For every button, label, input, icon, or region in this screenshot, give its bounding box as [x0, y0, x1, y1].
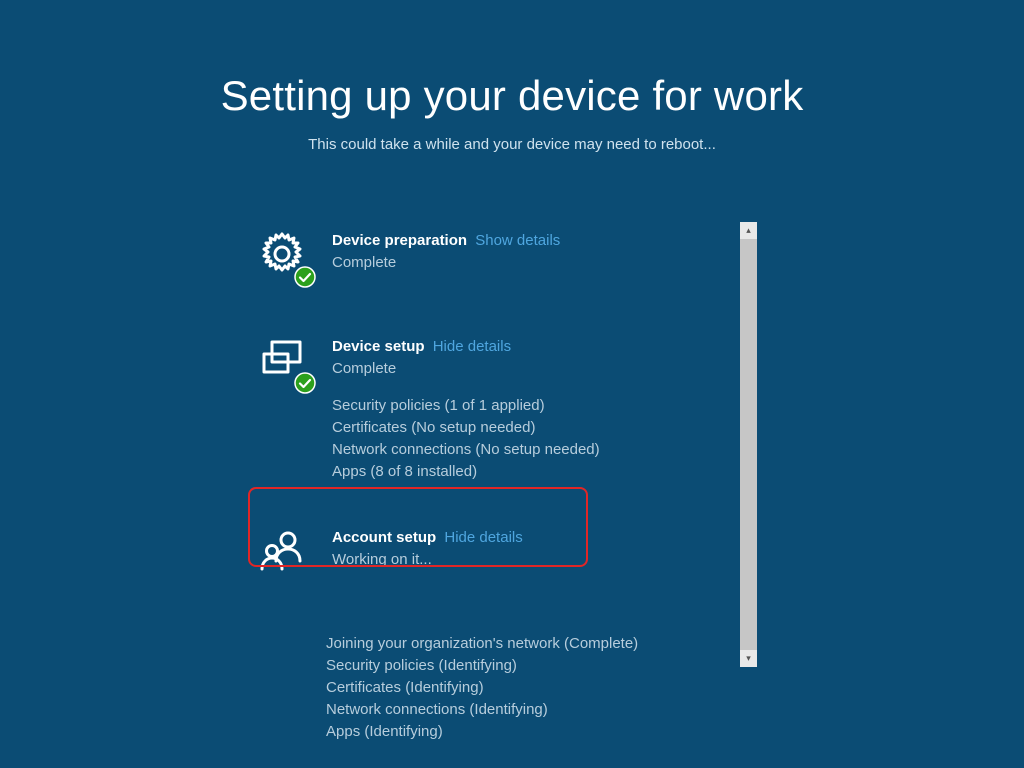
- stage-title: Device setup: [332, 338, 425, 355]
- detail-network-connections: Network connections (Identifying): [326, 699, 756, 721]
- detail-apps: Apps (8 of 8 installed): [332, 461, 746, 483]
- checkmark-icon: [294, 372, 316, 394]
- detail-network-connections: Network connections (No setup needed): [332, 439, 746, 461]
- page-title: Setting up your device for work: [0, 72, 1024, 120]
- stage-title: Device preparation: [332, 232, 467, 249]
- stage-account-setup-details: Joining your organization's network (Com…: [326, 633, 756, 743]
- detail-certificates: Certificates (Identifying): [326, 677, 756, 699]
- detail-security-policies: Security policies (Identifying): [326, 655, 756, 677]
- chevron-up-icon: ▴: [746, 226, 751, 235]
- show-details-link[interactable]: Show details: [475, 232, 560, 249]
- stage-device-preparation: Device preparation Show details Complete: [252, 222, 756, 294]
- detail-certificates: Certificates (No setup needed): [332, 417, 746, 439]
- stage-details: Security policies (1 of 1 applied) Certi…: [332, 395, 746, 483]
- checkmark-icon: [294, 266, 316, 288]
- detail-joining-network: Joining your organization's network (Com…: [326, 633, 756, 655]
- stage-status: Complete: [332, 360, 746, 377]
- stage-status: Complete: [332, 254, 746, 271]
- page-subtitle: This could take a while and your device …: [0, 136, 1024, 153]
- hide-details-link[interactable]: Hide details: [444, 529, 522, 546]
- detail-security-policies: Security policies (1 of 1 applied): [332, 395, 746, 417]
- gear-icon: [258, 230, 314, 286]
- scrollbar-down-button[interactable]: ▾: [740, 650, 757, 667]
- scrollbar[interactable]: ▴ ▾: [740, 222, 757, 667]
- hide-details-link[interactable]: Hide details: [433, 338, 511, 355]
- detail-apps: Apps (Identifying): [326, 721, 756, 743]
- scrollbar-up-button[interactable]: ▴: [740, 222, 757, 239]
- people-icon: [258, 527, 314, 583]
- stage-status: Working on it...: [332, 551, 746, 568]
- enrollment-status-list: Device preparation Show details Complete: [252, 222, 756, 667]
- devices-icon: [258, 336, 314, 392]
- chevron-down-icon: ▾: [746, 654, 751, 663]
- stage-device-setup: Device setup Hide details Complete Secur…: [252, 328, 756, 491]
- stage-title: Account setup: [332, 529, 436, 546]
- stage-account-setup: Account setup Hide details Working on it…: [252, 511, 756, 599]
